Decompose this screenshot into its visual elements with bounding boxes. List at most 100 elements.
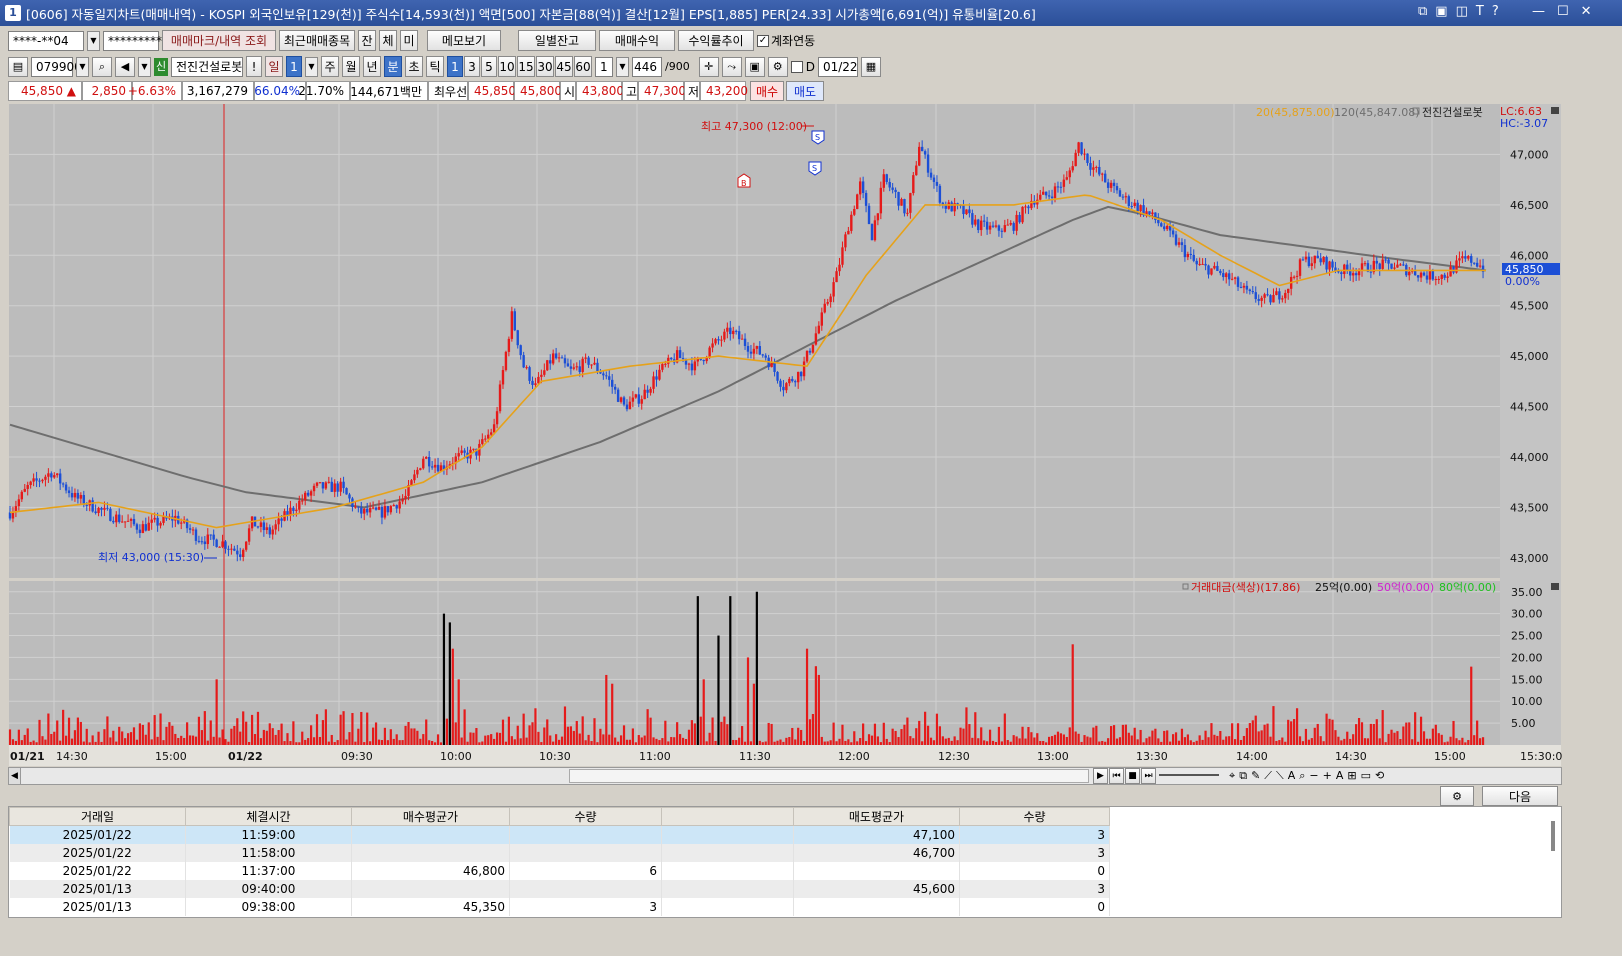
warning-button[interactable]: ! — [246, 56, 262, 77]
interval-45-button[interactable]: 45 — [555, 56, 573, 77]
interval-10-button[interactable]: 10 — [498, 56, 516, 77]
interval-1-button[interactable]: 1 — [447, 56, 463, 77]
minimize-icon[interactable]: — — [1532, 4, 1545, 19]
month-button[interactable]: 월 — [342, 56, 360, 77]
chevron-down-icon[interactable]: ▼ — [87, 30, 100, 51]
link-icon[interactable]: ⧉ — [1418, 4, 1427, 19]
zoom-icon[interactable]: ⌕ — [1299, 769, 1305, 783]
plus-icon[interactable]: + — [1323, 769, 1332, 783]
channel-icon[interactable]: ⟍ — [1276, 769, 1284, 783]
account-field[interactable]: ****-**04 — [8, 30, 84, 51]
date-field[interactable]: 01/22 — [817, 56, 858, 77]
table-row[interactable]: 2025/01/22 11:37:00 46,800 6 0 — [9, 861, 1110, 880]
fib-icon[interactable]: ⟋ — [1264, 769, 1272, 783]
chevron-down-icon[interactable]: ▼ — [616, 56, 629, 77]
col-sell-qty[interactable]: 수량 — [959, 807, 1110, 826]
password-field[interactable]: ********* — [103, 30, 162, 51]
panel-icon[interactable]: ▤ — [8, 56, 28, 77]
count-field[interactable]: 446 — [632, 56, 662, 77]
chevron-down-icon[interactable]: ▼ — [305, 56, 318, 77]
volume-bar — [428, 740, 431, 745]
tick-button[interactable]: 틱 — [426, 56, 444, 77]
play-icon[interactable]: ▶ — [1093, 768, 1108, 784]
search-icon[interactable]: ⌕ — [92, 56, 112, 77]
memo-button[interactable]: 메모보기 — [427, 30, 501, 51]
sell-button[interactable]: 매도 — [786, 81, 824, 101]
col-date[interactable]: 거래일 — [9, 807, 186, 826]
week-button[interactable]: 주 — [321, 56, 339, 77]
crosshair-icon[interactable]: ⌖ — [1229, 769, 1235, 783]
recent-trades-button[interactable]: 최근매매종목 — [279, 30, 355, 51]
table-row[interactable]: 2025/01/22 11:58:00 46,700 3 — [9, 843, 1110, 862]
cross-icon[interactable]: ✛ — [698, 56, 719, 77]
col-blank[interactable] — [661, 807, 794, 826]
mark-query-button[interactable]: 매매마크/내역 조회 — [162, 30, 276, 51]
interval-60-button[interactable]: 60 — [574, 56, 592, 77]
interval-3-button[interactable]: 3 — [464, 56, 480, 77]
profit-rate-button[interactable]: 수익률추이 — [678, 30, 754, 51]
daily-balance-button[interactable]: 일별잔고 — [518, 30, 596, 51]
chart-area[interactable]: 47,000 46,500 46,000 45,500 45,000 44,500 44,0… — [8, 103, 1569, 767]
next-button[interactable]: 다음 — [1482, 786, 1558, 806]
restore-layout-icon[interactable]: ▣ — [1435, 4, 1447, 19]
interval-5-button[interactable]: 5 — [481, 56, 497, 77]
pane-collapse-icon[interactable] — [1551, 583, 1559, 590]
chevron-down-icon[interactable]: ▼ — [76, 56, 89, 77]
minute-button[interactable]: 분 — [384, 56, 402, 77]
period-day-button[interactable]: 일 — [265, 56, 283, 77]
scroll-thumb[interactable] — [569, 769, 1089, 783]
table-row[interactable]: 2025/01/22 11:59:00 47,100 3 — [9, 825, 1110, 844]
price-chart[interactable]: 47,000 46,500 46,000 45,500 45,000 44,500 44,0… — [8, 103, 1569, 767]
close-icon[interactable]: ✕ — [1581, 4, 1592, 19]
text-tool-icon[interactable]: A — [1288, 769, 1296, 783]
zoom-slider[interactable] — [1159, 774, 1219, 776]
trade-profit-button[interactable]: 매매수익 — [599, 30, 675, 51]
letter-a-icon[interactable]: A — [1336, 769, 1344, 783]
restore-icon[interactable]: ⟲ — [1375, 769, 1384, 783]
scroll-left-icon[interactable]: ◀ — [9, 768, 21, 784]
tile-icon[interactable]: ◫ — [1456, 4, 1468, 19]
interval-30-button[interactable]: 30 — [536, 56, 554, 77]
save-icon[interactable]: ▣ — [744, 56, 765, 77]
year-button[interactable]: 년 — [363, 56, 381, 77]
chart-scrollbar[interactable]: ◀ ▶ ⏮ ■ ⏭ ⌖ ⧉ ✎ ⟋ ⟍ A ⌕ − + A ⊞ ▭ ⟲ — [8, 767, 1562, 785]
second-button[interactable]: 초 — [405, 56, 423, 77]
speaker-icon[interactable]: ◀ — [115, 56, 135, 77]
link-checkbox[interactable]: ✓ 계좌연동 — [757, 32, 815, 49]
maximize-icon[interactable]: ☐ — [1557, 4, 1569, 19]
gear-icon[interactable]: ⚙ — [1440, 786, 1474, 806]
rewind-icon[interactable]: ⏮ — [1109, 768, 1124, 784]
minus-icon[interactable]: − — [1309, 769, 1318, 783]
help-icon[interactable]: ? — [1492, 4, 1499, 19]
col-buy-qty[interactable]: 수량 — [509, 807, 662, 826]
screen-icon[interactable]: ▭ — [1361, 769, 1371, 783]
filled-button[interactable]: 체 — [379, 30, 397, 51]
col-time[interactable]: 체결시간 — [185, 807, 352, 826]
grid-scrollbar[interactable] — [1551, 821, 1555, 851]
copy-icon[interactable]: ⧉ — [1239, 769, 1247, 783]
calendar-icon[interactable]: ▦ — [860, 56, 881, 77]
font-icon[interactable]: T — [1476, 4, 1484, 19]
trend-icon[interactable]: ⤳ — [721, 56, 742, 77]
table-row[interactable]: 2025/01/13 09:38:00 45,350 3 0 — [9, 897, 1110, 916]
table-row[interactable]: 2025/01/13 09:40:00 45,600 3 — [9, 879, 1110, 898]
chart-type-icon[interactable]: ⊞ — [1347, 769, 1356, 783]
col-buy-avg[interactable]: 매수평균가 — [351, 807, 510, 826]
stop-icon[interactable]: ■ — [1125, 768, 1140, 784]
unfilled-button[interactable]: 미 — [400, 30, 418, 51]
pane-expand-icon[interactable] — [1551, 107, 1559, 114]
forward-icon[interactable]: ⏭ — [1141, 768, 1156, 784]
interval-15-button[interactable]: 15 — [517, 56, 535, 77]
unit-field[interactable]: 1 — [595, 56, 613, 77]
chevron-down-icon[interactable]: ▼ — [138, 56, 151, 77]
volume-bar — [832, 722, 835, 745]
buy-button[interactable]: 매수 — [750, 81, 784, 101]
date-checkbox[interactable] — [790, 60, 803, 73]
balance-button[interactable]: 잔 — [358, 30, 376, 51]
checkbox-icon[interactable]: ✓ — [757, 34, 769, 47]
col-sell-avg[interactable]: 매도평균가 — [793, 807, 960, 826]
gear-icon[interactable]: ⚙ — [767, 56, 788, 77]
draw-icon[interactable]: ✎ — [1251, 769, 1260, 783]
period-count-field[interactable]: 1 — [286, 56, 302, 77]
code-field[interactable]: 079900 — [31, 56, 82, 77]
